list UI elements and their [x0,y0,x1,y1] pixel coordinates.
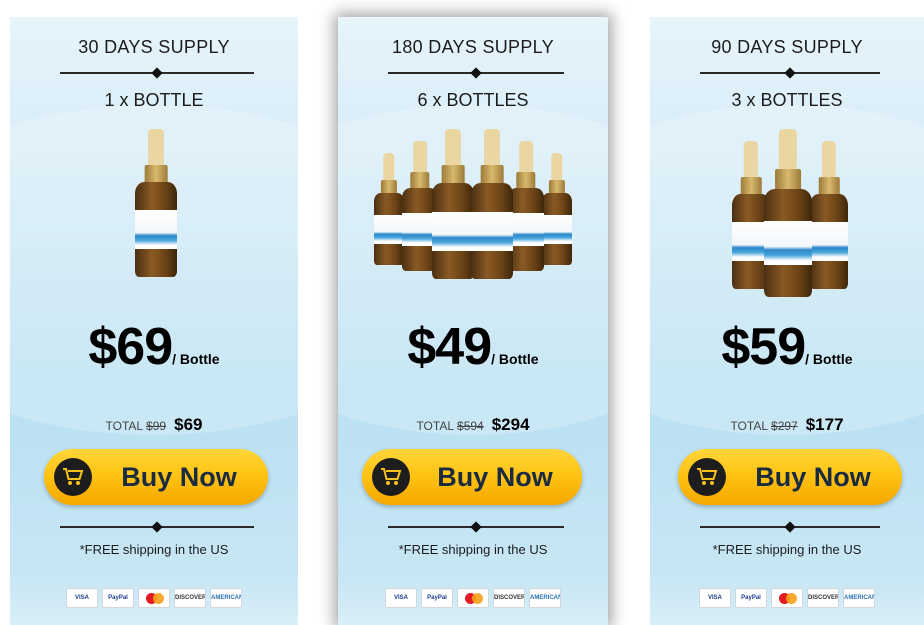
total-old-price: $297 [771,419,798,433]
bottle-count: 6 x BOTTLES [417,90,529,110]
product-image [338,129,608,299]
mastercard-icon [138,588,170,608]
divider [60,67,254,79]
bottle-image [432,129,474,279]
divider [700,521,880,533]
shipping-note: *FREE shipping in the US [712,542,862,557]
paypal-card-icon: PayPal [421,588,453,608]
buy-now-label: Buy Now [755,462,871,492]
paypal-card-icon: PayPal [102,588,134,608]
product-image [10,129,298,299]
total-new-price: $294 [491,415,530,434]
total-new-price: $69 [174,415,203,434]
bottle-image [135,129,177,277]
price-amount: $49 [407,318,492,376]
shipping-note: *FREE shipping in the US [398,542,548,557]
amex-card-icon: AMERICAN EXPRESS [843,588,875,608]
supply-title: 30 DAYS SUPPLY [78,37,230,57]
buy-now-button[interactable]: Buy Now [678,449,902,505]
total-price: TOTAL $297 $177 [650,415,924,435]
paypal-card-icon: PayPal [735,588,767,608]
price-unit: / Bottle [172,351,220,367]
visa-card-icon: VISA [699,588,731,608]
supply-title: 180 DAYS SUPPLY [392,37,554,57]
price-per-bottle: $59/ Bottle [650,317,924,377]
price-amount: $59 [721,318,806,376]
amex-card-icon: AMERICAN EXPRESS [529,588,561,608]
bottle-image [508,141,544,271]
bottle-image [764,129,812,297]
total-new-price: $177 [805,415,844,434]
payment-methods-bar: VISAPayPal DISCOVERAMERICAN EXPRESS [10,574,298,625]
discover-card-icon: DISCOVER [807,588,839,608]
visa-card-icon: VISA [66,588,98,608]
bottle-image [542,153,572,265]
buy-now-button[interactable]: Buy Now [44,449,268,505]
discover-card-icon: DISCOVER [493,588,525,608]
divider [388,521,564,533]
bottle-image [374,153,404,265]
bottle-count: 3 x BOTTLES [731,90,843,110]
supply-title: 90 DAYS SUPPLY [711,37,863,57]
mastercard-icon [457,588,489,608]
product-image [650,129,924,299]
visa-card-icon: VISA [385,588,417,608]
total-label: TOTAL [416,419,455,433]
buy-now-label: Buy Now [121,462,237,492]
total-price: TOTAL $99 $69 [10,415,298,435]
shopping-cart-icon [54,458,92,496]
amex-card-icon: AMERICAN EXPRESS [210,588,242,608]
offer-card-90-days: 90 DAYS SUPPLY 3 x BOTTLES $59/ Bottle T… [650,17,924,625]
total-label: TOTAL [105,419,144,433]
payment-methods-bar: VISAPayPal DISCOVERAMERICAN EXPRESS [338,574,608,625]
divider [60,521,254,533]
divider [700,67,880,79]
mastercard-icon [771,588,803,608]
shopping-cart-icon [688,458,726,496]
bottle-image [471,129,513,279]
payment-methods-bar: VISAPayPal DISCOVERAMERICAN EXPRESS [650,574,924,625]
bottle-image [810,141,848,289]
discover-card-icon: DISCOVER [174,588,206,608]
total-price: TOTAL $594 $294 [338,415,608,435]
buy-now-button[interactable]: Buy Now [362,449,582,505]
total-label: TOTAL [730,419,769,433]
price-per-bottle: $49/ Bottle [338,317,608,377]
divider [388,67,564,79]
offer-card-30-days: 30 DAYS SUPPLY 1 x BOTTLE $69/ Bottle TO… [10,17,298,625]
shopping-cart-icon [372,458,410,496]
price-per-bottle: $69/ Bottle [10,317,298,377]
price-amount: $69 [88,318,173,376]
buy-now-label: Buy Now [437,462,553,492]
offer-card-180-days: 180 DAYS SUPPLY 6 x BOTTLES $49/ Bottle … [338,17,608,625]
shipping-note: *FREE shipping in the US [79,542,229,557]
total-old-price: $594 [457,419,484,433]
price-unit: / Bottle [491,351,539,367]
bottle-count: 1 x BOTTLE [104,90,204,110]
total-old-price: $99 [146,419,167,433]
price-unit: / Bottle [805,351,853,367]
